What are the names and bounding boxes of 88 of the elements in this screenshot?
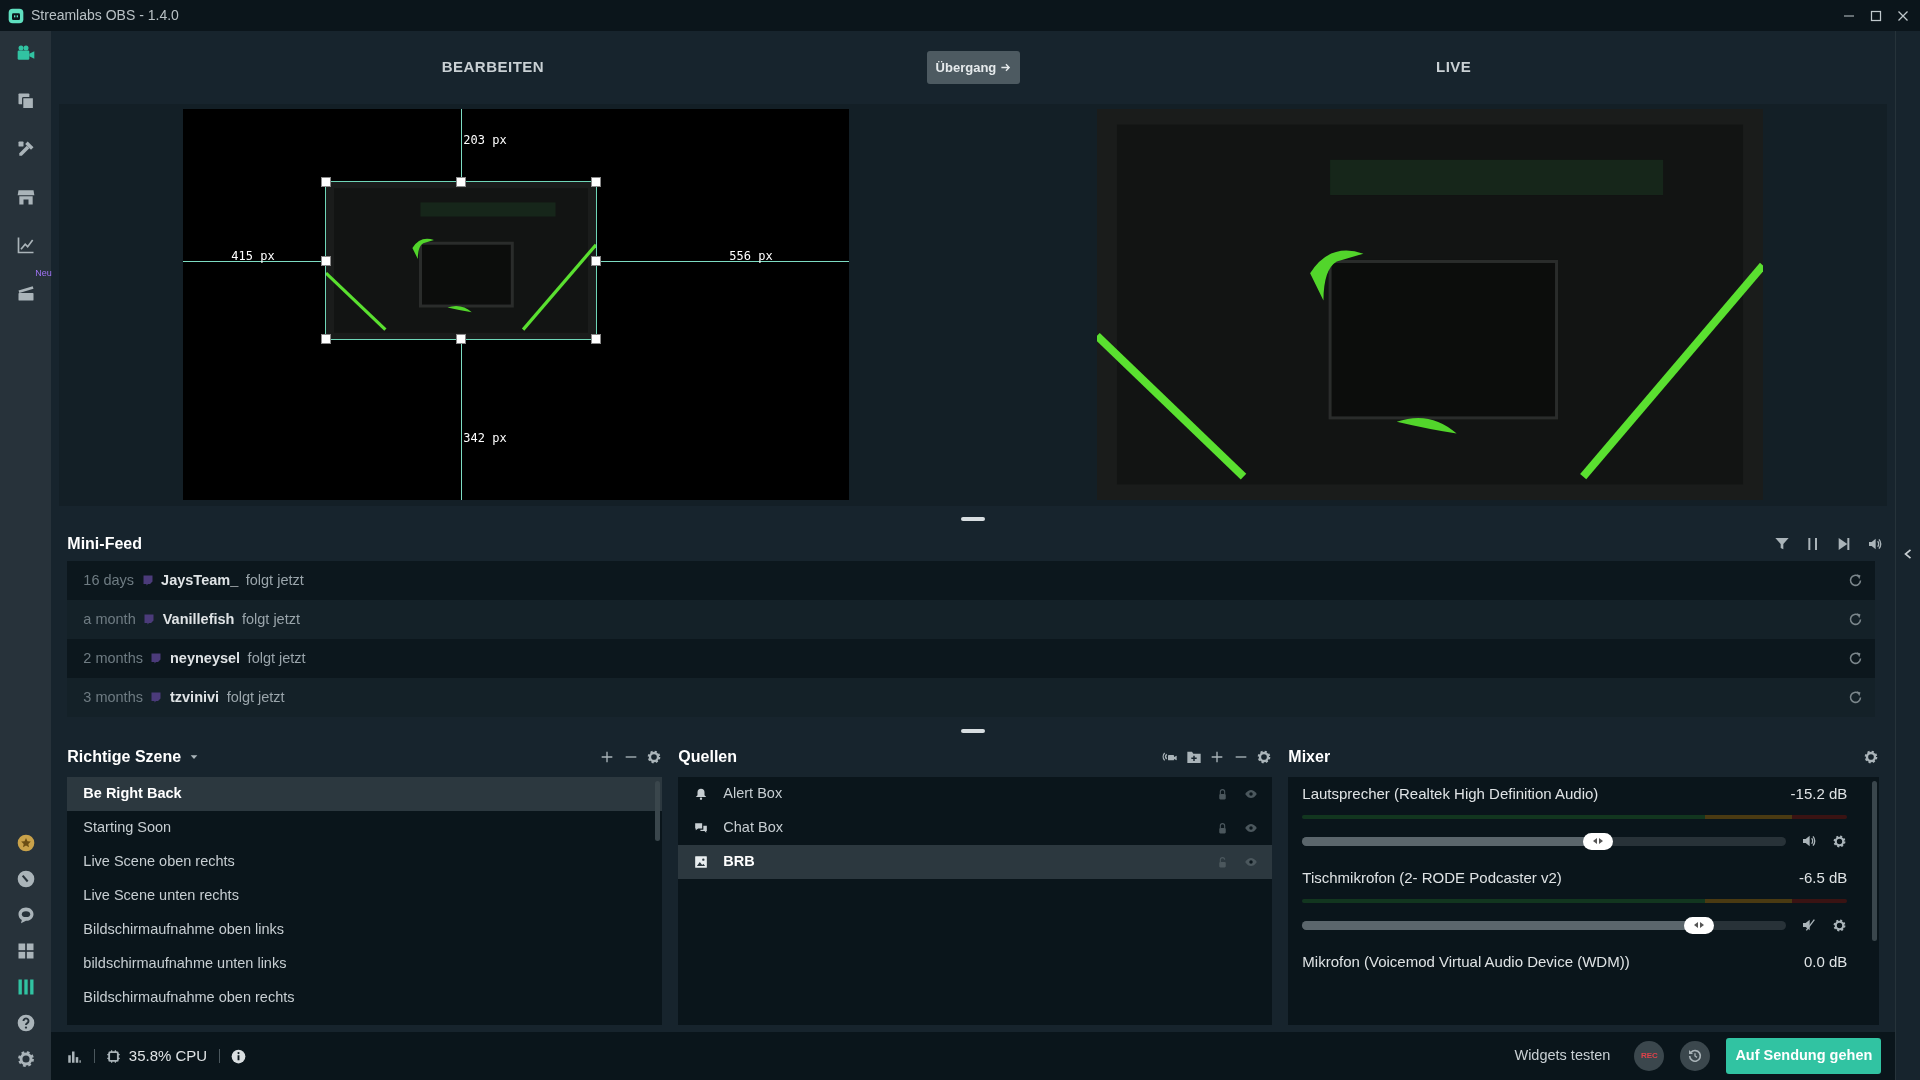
source-name: Alert Box	[723, 784, 784, 804]
settings-icon[interactable]	[1832, 833, 1848, 849]
settings-icon[interactable]	[1863, 749, 1880, 766]
resize-handle[interactable]	[321, 255, 332, 266]
event-action: folgt jetzt	[247, 649, 306, 668]
panel-title: Quellen	[678, 747, 737, 768]
channel-name: Tischmikrofon (2- RODE Podcaster v2)	[1302, 867, 1562, 888]
replay-icon[interactable]	[1848, 573, 1864, 589]
scene-item[interactable]: Be Right Back	[67, 777, 663, 812]
scene-item[interactable]: bildschirmaufnahme unten links	[67, 947, 663, 982]
replay-button[interactable]	[1680, 1041, 1711, 1072]
resize-handle[interactable]	[456, 334, 467, 345]
settings-icon[interactable]	[1256, 749, 1273, 766]
cpu-usage: 35.8% CPU	[128, 1046, 208, 1066]
edit-label: BEARBEITEN	[441, 58, 545, 76]
settings-icon[interactable]	[15, 1048, 36, 1069]
panel-title: Mixer	[1288, 747, 1331, 768]
live-label: LIVE	[1436, 58, 1472, 76]
help-icon[interactable]	[15, 1012, 36, 1033]
close-icon[interactable]	[1896, 9, 1909, 22]
event-action: folgt jetzt	[245, 571, 304, 590]
new-label: Neu	[35, 266, 52, 280]
star-coin-icon[interactable]	[15, 832, 36, 853]
db-reading: 0.0 dB	[1803, 951, 1848, 972]
scene-item[interactable]: Live Scene oben rechts	[67, 845, 663, 880]
scene-item[interactable]: Starting Soon	[67, 811, 663, 846]
user-name: neyneysel	[169, 649, 241, 668]
bell-icon	[694, 787, 709, 802]
gauge-icon[interactable]	[15, 868, 36, 889]
speech-bubble-icon	[150, 652, 163, 666]
maximize-icon[interactable]	[1869, 9, 1882, 22]
scrollbar[interactable]	[1872, 781, 1878, 942]
event-action: folgt jetzt	[241, 610, 300, 629]
user-name: Vanillefish	[162, 610, 235, 629]
arrow-right-icon	[1000, 62, 1011, 74]
replay-icon[interactable]	[1848, 651, 1864, 667]
resize-grip[interactable]	[961, 517, 986, 522]
resize-handle[interactable]	[591, 177, 602, 188]
db-reading: -15.2 dB	[1790, 783, 1848, 804]
window-title: Streamlabs OBS - 1.4.0	[31, 6, 179, 25]
resize-handle[interactable]	[321, 334, 332, 345]
speech-bubble-icon	[143, 613, 156, 627]
event-time: a month	[83, 610, 136, 629]
settings-icon[interactable]	[1832, 917, 1848, 933]
distance-label: 203 px	[463, 132, 507, 150]
event-time: 16 days	[83, 571, 135, 590]
source-item[interactable]: Chat Box	[678, 811, 1273, 846]
transition-button[interactable]: Übergang	[926, 50, 1020, 85]
history-icon	[1687, 1048, 1704, 1065]
distance-label: 415 px	[231, 247, 275, 265]
scrollbar[interactable]	[655, 781, 661, 842]
user-name: JaysTeam_	[161, 571, 239, 590]
event-action: folgt jetzt	[226, 688, 285, 707]
resize-handle[interactable]	[456, 177, 467, 188]
event-time: 3 months	[83, 688, 143, 707]
distance-label: 556 px	[729, 247, 773, 265]
settings-icon[interactable]	[646, 749, 663, 766]
channel-name: Lautsprecher (Realtek High Definition Audio)	[1302, 783, 1599, 804]
image-icon	[694, 855, 709, 870]
resize-grip[interactable]	[961, 729, 986, 734]
source-name: BRB	[723, 852, 756, 872]
event-time: 2 months	[83, 649, 143, 668]
collapse-chevron-icon[interactable]	[1903, 547, 1914, 561]
replay-icon[interactable]	[1848, 690, 1864, 706]
panel-title: Richtige Szene	[67, 747, 182, 768]
test-widgets-button[interactable]: Widgets testen	[1514, 1045, 1611, 1068]
info-icon[interactable]	[231, 1048, 247, 1064]
source-item[interactable]: Alert Box	[678, 777, 1273, 812]
user-name: tzvinivi	[169, 688, 220, 707]
cpu-icon	[106, 1048, 122, 1064]
scene-item[interactable]: Bildschirmaufnahme oben links	[67, 913, 663, 948]
scene-item[interactable]: Bildschirmaufnahme oben rechts	[67, 981, 663, 1016]
slider-thumb[interactable]	[1684, 916, 1715, 934]
speech-bubble-icon	[150, 691, 163, 705]
db-reading: -6.5 dB	[1798, 867, 1848, 888]
app-logo-icon	[7, 7, 24, 24]
add-folder-icon[interactable]	[1185, 749, 1202, 766]
speech-bubble-icon	[141, 574, 154, 588]
channel-name: Mikrofon (Voicemod Virtual Audio Device (WDM))	[1302, 951, 1630, 972]
source-name: Chat Box	[723, 818, 784, 838]
scene-item[interactable]: Live Scene unten rechts	[67, 879, 663, 914]
slider-thumb[interactable]	[1582, 832, 1613, 850]
resize-handle[interactable]	[591, 255, 602, 266]
resize-handle[interactable]	[321, 177, 332, 188]
replay-icon[interactable]	[1848, 612, 1864, 628]
panel-title: Mini-Feed	[67, 534, 142, 555]
distance-label: 342 px	[463, 430, 507, 448]
resize-handle[interactable]	[591, 334, 602, 345]
